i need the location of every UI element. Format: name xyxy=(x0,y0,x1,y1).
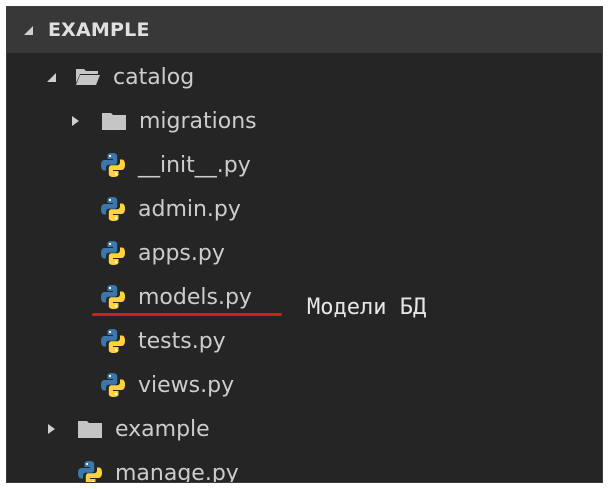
python-icon xyxy=(100,328,126,354)
tree-item-tests-py[interactable]: tests.py xyxy=(7,319,602,363)
tree-item-catalog[interactable]: catalog xyxy=(7,55,602,99)
tree-item-admin-py[interactable]: admin.py xyxy=(7,187,602,231)
tree-item-init-py[interactable]: __init__.py xyxy=(7,143,602,187)
python-icon xyxy=(100,196,126,222)
folder-open-icon xyxy=(75,67,101,87)
annotation-text: Модели БД xyxy=(307,294,427,320)
tree-item-label: __init__.py xyxy=(138,152,251,178)
folder-icon xyxy=(101,111,127,131)
collapsed-twisty-icon xyxy=(45,423,57,435)
tree-item-label: apps.py xyxy=(138,240,225,266)
python-icon xyxy=(100,152,126,178)
tree-item-label: tests.py xyxy=(138,328,226,354)
annotation-underline xyxy=(92,313,282,316)
python-icon xyxy=(100,372,126,398)
tree-item-label: manage.py xyxy=(115,460,239,483)
explorer-section-header[interactable]: EXAMPLE xyxy=(7,7,602,53)
tree-item-label: views.py xyxy=(138,372,235,398)
tree-item-apps-py[interactable]: apps.py xyxy=(7,231,602,275)
tree-item-example[interactable]: example xyxy=(7,407,602,451)
python-icon xyxy=(77,460,103,482)
expanded-twisty-icon xyxy=(45,71,57,83)
tree-item-label: example xyxy=(115,416,210,442)
file-explorer-panel: EXAMPLE catalog migrations __init__.py a… xyxy=(6,6,603,483)
tree-item-manage-py[interactable]: manage.py xyxy=(7,451,602,483)
tree-item-migrations[interactable]: migrations xyxy=(7,99,602,143)
python-icon xyxy=(100,240,126,266)
folder-icon xyxy=(77,419,103,439)
tree-item-label: catalog xyxy=(113,64,195,90)
tree-item-label: migrations xyxy=(139,108,257,134)
expanded-twisty-icon xyxy=(22,24,34,36)
python-icon xyxy=(100,284,126,310)
tree-item-label: models.py xyxy=(138,284,252,310)
collapsed-twisty-icon xyxy=(69,115,81,127)
tree-item-label: admin.py xyxy=(138,196,241,222)
tree-item-views-py[interactable]: views.py xyxy=(7,363,602,407)
section-title: EXAMPLE xyxy=(48,19,150,41)
